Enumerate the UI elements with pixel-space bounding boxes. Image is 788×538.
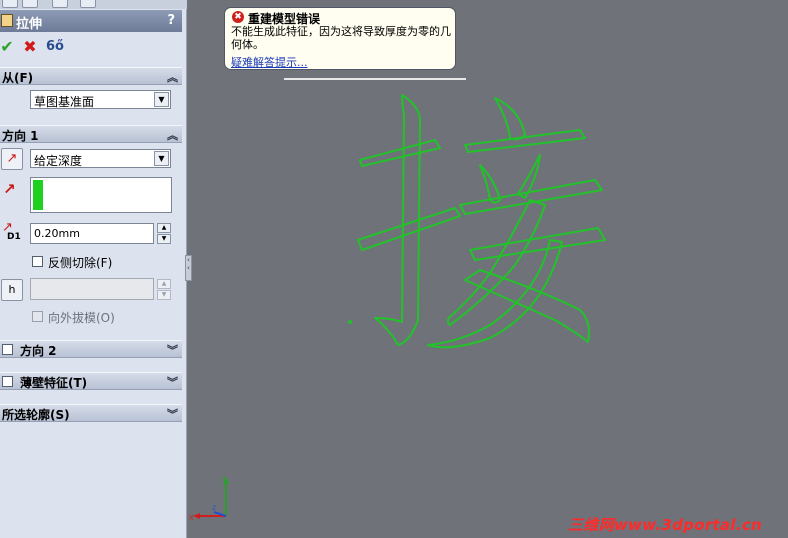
depth-symbol: D1 [7,232,21,242]
viewport-divider-line [284,78,466,80]
triad-y-label: Y [221,475,227,483]
watermark-text: 三维网www.3dportal.cn [568,516,763,534]
panel-title: 拉伸 [16,17,43,32]
draft-spin-down: ▼ [157,290,171,300]
section-direction-1-label: 方向 1 [2,129,39,143]
error-icon: ✖ [232,11,244,23]
panel-titlebar: 拉伸 ? [0,10,182,32]
help-button[interactable]: ? [167,13,175,28]
tab-feature-manager[interactable] [2,0,18,8]
section-selected-contours-label: 所选轮廓(S) [2,408,70,422]
tab-property-manager[interactable] [22,0,38,8]
from-combo-value: 草图基准面 [34,95,95,109]
flip-side-to-cut-label: 反侧切除(F) [48,256,113,270]
end-condition-value: 给定深度 [34,154,83,168]
reference-triad: Y X Z [189,475,229,522]
sketch-point [348,320,352,324]
action-bar: ✔ ✖ 6ő [0,36,182,58]
rebuild-error-tooltip: ✖ 重建模型错误 不能生成此特征，因为这将导致厚度为零的几何体。 疑难解答提示.… [224,7,456,70]
section-from[interactable]: 从(F) ︽ [0,67,182,85]
tab-dimxpert[interactable] [80,0,96,8]
depth-value: 0.20mm [34,227,80,240]
property-manager-panel: 拉伸 ? ✔ ✖ 6ő 从(F) ︽ 草图基准面 ▼ 方向 1 ︽ ↗ 给定深度… [0,0,187,538]
tab-configuration-manager[interactable] [52,0,68,8]
section-thin-feature-label: 薄壁特征(T) [20,376,88,390]
section-thin-feature[interactable]: 薄壁特征(T) ︾ [0,372,182,390]
triad-x-label: X [189,514,194,522]
flip-side-to-cut-checkbox[interactable] [32,256,43,267]
chevron-down-icon[interactable]: ︾ [167,342,178,358]
section-selected-contours[interactable]: 所选轮廓(S) ︾ [0,404,182,422]
draft-icon[interactable]: h [1,279,23,301]
ok-check-icon[interactable]: ✔ [0,38,16,56]
direction-selection-box[interactable] [30,177,172,213]
end-condition-combo[interactable]: 给定深度 ▼ [30,149,171,168]
cancel-x-icon[interactable]: ✖ [21,38,39,56]
triad-z-label: Z [212,505,216,512]
from-combo[interactable]: 草图基准面 ▼ [30,90,171,109]
feature-extrude-icon [1,14,13,27]
direction-2-checkbox[interactable] [2,344,13,355]
draft-outward-label: 向外拔模(O) [48,311,115,325]
chevron-up-icon[interactable]: ︽ [167,69,178,85]
chevron-down-icon[interactable]: ︾ [167,374,178,390]
section-direction-2[interactable]: 方向 2 ︾ [0,340,182,358]
draft-outward-checkbox [32,311,43,322]
depth-input[interactable]: 0.20mm [30,223,154,244]
troubleshoot-link[interactable]: 疑难解答提示... [231,54,308,70]
selection-color-swatch [33,180,43,210]
chevron-down-icon[interactable]: ▼ [154,151,169,166]
panel-tab-strip [0,0,187,9]
draft-angle-input [30,278,154,300]
depth-spin-down[interactable]: ▼ [157,234,171,244]
depth-spin-up[interactable]: ▲ [157,223,171,233]
chevron-down-icon[interactable]: ▼ [154,92,169,107]
chevron-up-icon[interactable]: ︽ [167,127,178,143]
reverse-direction-icon[interactable]: ↗ [1,148,23,170]
sketch-character-outline[interactable] [340,90,620,360]
tooltip-body: 不能生成此特征，因为这将导致厚度为零的几何体。 [231,25,451,51]
chevron-down-icon[interactable]: ︾ [167,406,178,422]
section-direction-1[interactable]: 方向 1 ︽ [0,125,182,143]
direction-arrow-icon: ↗ [3,180,16,198]
preview-glasses-icon[interactable]: 6ő [46,38,64,56]
draft-spin-up: ▲ [157,279,171,289]
section-from-label: 从(F) [2,71,34,85]
section-direction-2-label: 方向 2 [20,344,57,358]
thin-feature-checkbox[interactable] [2,376,13,387]
panel-collapse-handle[interactable]: ‹ ‹ [185,255,192,281]
